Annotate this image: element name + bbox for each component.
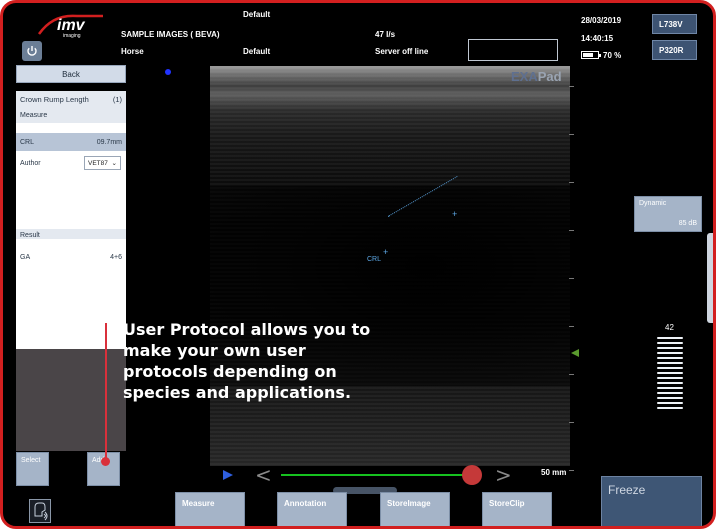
scale-tick (569, 326, 574, 327)
gain-bar (657, 352, 683, 354)
dynamic-value: 85 dB (678, 220, 697, 227)
power-icon (27, 46, 37, 56)
callout-pointer-line (105, 323, 107, 459)
protocol-panel: Crown Rump Length (1) Measure CRL 09.7mm… (16, 91, 126, 451)
cine-position-knob[interactable] (462, 465, 482, 485)
protocol-count: (1) (112, 94, 122, 104)
dynamic-label: Dynamic (639, 200, 667, 207)
focus-marker-icon[interactable] (571, 349, 579, 357)
store-clip-button[interactable]: StoreClip (482, 492, 552, 526)
mode-preset-label: Default (243, 47, 271, 56)
gain-bar (657, 337, 683, 339)
protocol-item-crown-rump[interactable]: Crown Rump Length (1) (16, 93, 126, 105)
gain-bar (657, 387, 683, 389)
ultrasound-screen: imv imaging Default SAMPLE IMAGES ( BEVA… (0, 0, 716, 529)
author-label: Author (20, 159, 41, 167)
ga-row: GA 4+6 (16, 251, 126, 263)
power-button[interactable] (22, 41, 42, 61)
scale-tick (569, 470, 574, 471)
server-status: Server off line (375, 47, 429, 56)
probe-button-p320r[interactable]: P320R (652, 40, 697, 60)
depth-scale (569, 66, 575, 471)
preset-label: Default (243, 10, 271, 19)
crl-caliper-label: CRL (367, 256, 382, 263)
cine-timeline[interactable] (281, 474, 466, 476)
probe-button-l738v[interactable]: L738V (652, 14, 697, 34)
gain-slider[interactable] (657, 337, 683, 412)
chevron-down-icon: ⌄ (111, 160, 117, 167)
brand-suffix: Pad (537, 69, 562, 84)
gain-bar (657, 357, 683, 359)
annotation-button[interactable]: Annotation (277, 492, 347, 526)
measure-button[interactable]: Measure (175, 492, 245, 526)
gain-bar (657, 407, 683, 409)
callout-text: User Protocol allows you to make your ow… (123, 320, 371, 402)
patient-id: SAMPLE IMAGES ( BEVA) (121, 30, 220, 39)
gain-value: 42 (665, 323, 674, 332)
time: 14:40:15 (581, 34, 614, 43)
protocol-panel-footer (16, 349, 126, 451)
ga-value: 4+6 (110, 253, 122, 261)
frame-rate: 47 I/s (375, 30, 396, 39)
gain-bar (657, 397, 683, 399)
measure-heading: Measure (20, 111, 48, 119)
date: 28/03/2019 (581, 16, 622, 25)
exapad-watermark: EXAPad (511, 69, 562, 84)
crl-value: 09.7mm (96, 138, 122, 146)
caliper-start-icon[interactable]: + (383, 247, 388, 257)
species-label: Horse (121, 47, 144, 56)
gain-bar (657, 347, 683, 349)
caliper-end-icon[interactable]: + (452, 209, 457, 219)
crl-label: CRL (20, 138, 35, 146)
gain-bar (657, 382, 683, 384)
next-frame-icon[interactable]: > (495, 463, 512, 487)
previous-frame-icon[interactable]: < (255, 463, 272, 487)
scale-tick (569, 422, 574, 423)
scale-tick (569, 182, 574, 183)
crl-row-content: CRL 09.7mm (16, 136, 126, 148)
server-status-box (468, 39, 558, 61)
gain-bar (657, 372, 683, 374)
scale-tick (569, 86, 574, 87)
voice-icon[interactable] (29, 499, 51, 523)
ga-label: GA (20, 253, 31, 261)
store-image-button[interactable]: StoreImage (380, 492, 450, 526)
logo-subtext: imaging (63, 33, 81, 39)
gain-bar (657, 392, 683, 394)
author-select[interactable]: VET87 ⌄ (84, 156, 121, 170)
callout-pointer-dot (101, 457, 110, 466)
dynamic-range-control[interactable]: Dynamic 85 dB (634, 196, 702, 232)
author-value: VET87 (88, 159, 108, 167)
gain-bar (657, 402, 683, 404)
protocol-name: Crown Rump Length (20, 94, 89, 104)
scale-tick (569, 230, 574, 231)
scale-tick (569, 374, 574, 375)
gain-bar (657, 377, 683, 379)
battery-icon (581, 51, 601, 59)
result-heading: Result (20, 231, 40, 239)
freeze-button[interactable]: Freeze (601, 476, 702, 526)
gain-bar (657, 367, 683, 369)
select-button[interactable]: Select (16, 452, 49, 486)
scale-tick (569, 134, 574, 135)
depth-value: 50 mm (541, 468, 567, 477)
imv-logo: imv imaging (37, 14, 103, 39)
scale-tick (569, 278, 574, 279)
back-button[interactable]: Back (16, 65, 126, 83)
measure-heading-row: Measure (16, 109, 126, 121)
gain-bar (657, 362, 683, 364)
brand-text: EXA (511, 69, 538, 84)
logo-text: imv (57, 17, 86, 34)
battery-percent: 70 % (603, 51, 622, 60)
ultrasound-image[interactable] (210, 66, 570, 466)
gain-bar (657, 342, 683, 344)
play-icon[interactable] (222, 469, 234, 481)
author-label-row: Author (16, 157, 76, 169)
orientation-marker (165, 69, 171, 75)
side-panel-handle[interactable] (707, 233, 713, 323)
